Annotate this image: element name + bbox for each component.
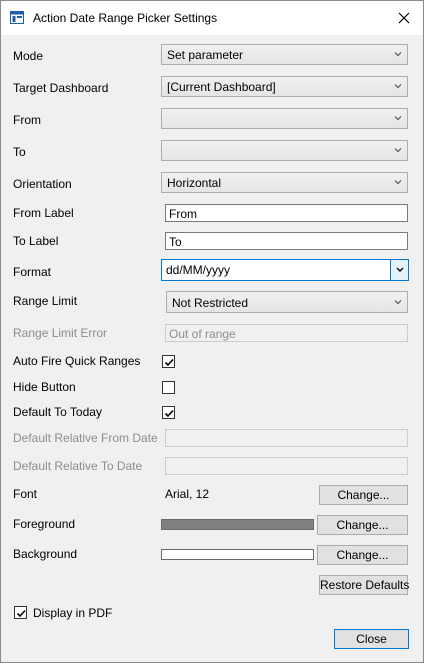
from-label-label: From Label [13,206,74,220]
auto-fire-checkbox[interactable] [162,355,175,368]
chevron-down-icon [394,52,402,57]
title-bar: Action Date Range Picker Settings [1,1,423,35]
display-in-pdf-checkbox[interactable] [14,606,27,619]
target-dashboard-label: Target Dashboard [13,81,109,95]
format-combobox[interactable]: dd/MM/yyyy [161,259,409,281]
font-label: Font [13,487,38,501]
range-limit-error-value: Out of range [169,327,236,341]
auto-fire-label: Auto Fire Quick Ranges [13,354,141,368]
target-dashboard-dropdown[interactable]: [Current Dashboard] [161,76,408,97]
close-button[interactable]: Close [334,629,409,649]
orientation-label: Orientation [13,177,72,191]
font-value: Arial, 12 [165,487,210,501]
chevron-down-icon [394,148,402,153]
to-dropdown[interactable] [161,140,408,161]
chevron-down-icon [394,84,402,89]
dialog-window-icon [10,11,24,24]
default-rel-from-input [165,429,408,447]
range-limit-value: Not Restricted [172,296,249,310]
default-rel-to-label: Default Relative To Date [13,459,143,473]
hide-button-label: Hide Button [13,380,76,394]
chevron-down-icon [394,116,402,121]
orientation-dropdown[interactable]: Horizontal [161,172,408,193]
close-icon [398,12,410,24]
mode-label: Mode [13,49,44,63]
restore-defaults-button[interactable]: Restore Defaults [319,575,409,595]
font-change-button[interactable]: Change... [319,485,408,505]
from-label: From [13,113,41,127]
default-rel-from-label: Default Relative From Date [13,431,158,445]
window-title: Action Date Range Picker Settings [33,11,218,25]
format-dropdown-button[interactable] [390,260,408,280]
range-limit-error-input: Out of range [165,324,408,342]
checkmark-icon [16,609,26,618]
to-label-input[interactable]: To [165,232,408,250]
range-limit-error-label: Range Limit Error [13,326,108,340]
default-today-checkbox[interactable] [162,406,175,419]
default-today-label: Default To Today [13,405,102,419]
foreground-label: Foreground [13,517,76,531]
mode-dropdown[interactable]: Set parameter [161,44,408,65]
chevron-down-icon [394,300,402,305]
from-label-value: From [169,207,197,221]
close-window-button[interactable] [389,5,419,31]
to-label: To [13,145,26,159]
from-dropdown[interactable] [161,108,408,129]
from-label-input[interactable]: From [165,204,408,222]
mode-value: Set parameter [167,48,244,62]
hide-button-checkbox[interactable] [162,381,175,394]
checkmark-icon [164,409,174,418]
checkmark-icon [164,358,174,367]
range-limit-label: Range Limit [13,294,78,308]
display-in-pdf-label: Display in PDF [33,606,113,620]
settings-dialog: Action Date Range Picker Settings Mode S… [0,0,424,663]
to-label-value: To [169,235,182,249]
target-dashboard-value: [Current Dashboard] [167,80,276,94]
chevron-down-icon [394,180,402,185]
background-color-swatch [161,549,314,560]
range-limit-dropdown[interactable]: Not Restricted [166,291,408,313]
background-label: Background [13,547,78,561]
orientation-value: Horizontal [167,176,222,190]
to-label-label: To Label [13,234,59,248]
default-rel-to-input [165,457,408,475]
format-label: Format [13,265,52,279]
format-value: dd/MM/yyyy [166,263,231,277]
background-change-button[interactable]: Change... [317,545,408,565]
foreground-change-button[interactable]: Change... [317,515,408,535]
chevron-down-icon [396,267,404,272]
foreground-color-swatch [161,519,314,530]
